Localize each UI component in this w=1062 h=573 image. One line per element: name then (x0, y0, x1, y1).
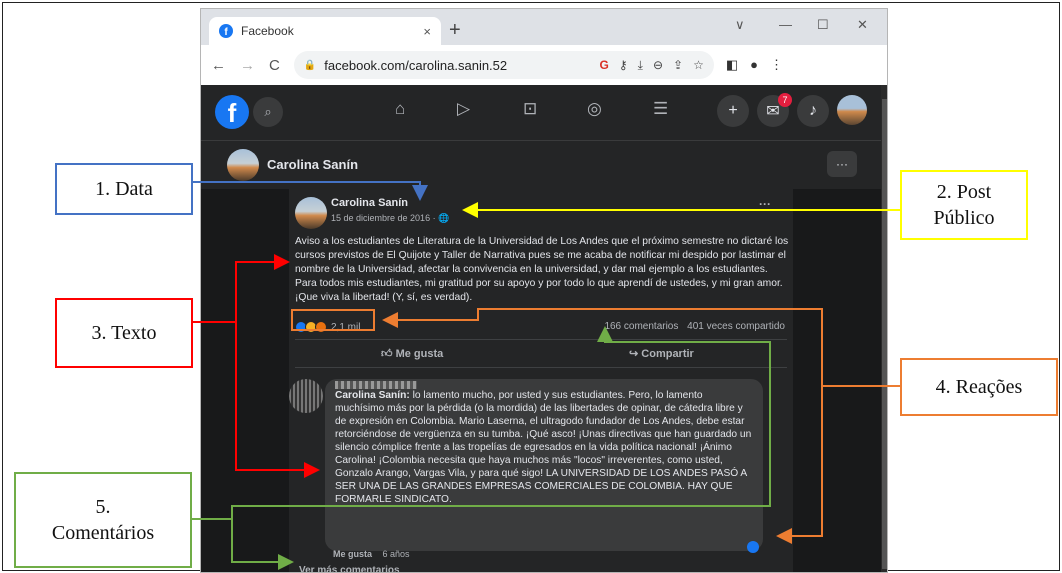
side-panel-icon[interactable]: ◧ (726, 57, 738, 73)
post-stats: 166 comentarios 401 veces compartido (598, 321, 785, 332)
annotation-reacoes: 4. Reações (900, 358, 1058, 416)
browser-window: f Facebook × + ∨ — ☐ ✕ ← → C 🔒 facebook.… (200, 8, 888, 573)
profile-icon[interactable]: ● (750, 57, 758, 73)
divider (295, 339, 787, 340)
comment-like-reaction-icon (747, 541, 759, 553)
forward-icon[interactable]: → (240, 57, 255, 74)
annotation-post-publico-text: 2. Post Público (933, 181, 995, 229)
tab-search-chevron-icon[interactable]: ∨ (735, 17, 745, 33)
browser-menu-icon[interactable]: ⋮ (770, 57, 783, 73)
share-label: Compartir (641, 348, 694, 360)
annotation-post-publico: 2. Post Público (900, 170, 1028, 240)
comment-like-button[interactable]: Me gusta (333, 549, 372, 559)
create-icon[interactable]: + (717, 95, 749, 127)
lock-icon: 🔒 (303, 59, 317, 71)
search-icon[interactable]: ⌕ (253, 97, 283, 127)
page-header-bar: Carolina Sanín ··· (201, 141, 881, 189)
commenter-avatar[interactable] (289, 379, 323, 413)
shares-count[interactable]: 401 veces compartido (687, 321, 785, 332)
reactions-count[interactable]: 2,1 mil (331, 322, 360, 333)
comment-age[interactable]: 6 años (383, 549, 410, 559)
post-card: Carolina Sanín 15 de diciembre de 2016 ·… (289, 189, 793, 572)
post-author[interactable]: Carolina Sanín (331, 197, 408, 209)
bookmark-star-icon[interactable]: ☆ (693, 58, 704, 73)
like-button[interactable]: 👍︎ Me gusta (381, 347, 443, 360)
maximize-icon[interactable]: ☐ (817, 17, 829, 33)
facebook-top-bar: f ⌕ ⌂ ▷ ⊡ ◎ ☰ + ✉ 7 ♪ (201, 85, 881, 141)
new-tab-button[interactable]: + (449, 19, 461, 42)
groups-icon[interactable]: ◎ (587, 99, 602, 119)
install-icon[interactable]: ⤓ (638, 58, 643, 73)
comment-meta: Me gusta 6 años (333, 549, 410, 559)
home-icon[interactable]: ⌂ (395, 99, 405, 119)
annotation-comentarios: 5. Comentários (14, 472, 192, 568)
tab-close-icon[interactable]: × (423, 24, 431, 39)
scrollbar-thumb[interactable] (882, 99, 887, 569)
facebook-logo-icon[interactable]: f (215, 95, 249, 129)
tab-bar: f Facebook × + ∨ — ☐ ✕ (201, 9, 887, 45)
comment-bubble: Carolina Sanín: lo lamento mucho, por us… (325, 379, 763, 551)
share-button[interactable]: ↪ Compartir (629, 347, 694, 360)
post-date[interactable]: 15 de diciembre de 2016 · 🌐 (331, 213, 449, 224)
google-icon[interactable]: G (600, 58, 609, 73)
comments-count[interactable]: 166 comentarios (604, 321, 678, 332)
page-avatar[interactable] (227, 149, 259, 181)
annotation-comentarios-text: 5. Comentários (51, 496, 155, 544)
tab-title: Facebook (241, 24, 294, 38)
divider (295, 367, 787, 368)
notification-badge: 7 (778, 93, 792, 107)
reactions-summary[interactable]: 2,1 mil (295, 321, 360, 333)
more-comments-link[interactable]: Ver más comentarios (299, 565, 400, 572)
comment-text: lo lamento mucho, por usted y sus estudi… (335, 390, 752, 505)
page-name[interactable]: Carolina Sanín (267, 157, 358, 172)
angry-reaction-icon (315, 321, 327, 333)
facebook-favicon-icon: f (219, 24, 233, 38)
post-text: Aviso a los estudiantes de Literatura de… (295, 236, 789, 303)
omnibox[interactable]: 🔒 facebook.com/carolina.sanin.52 G ⚷ ⤓ ⊖… (293, 51, 714, 79)
comment-mention[interactable]: Carolina Sanín: (335, 390, 410, 401)
page-more-button[interactable]: ··· (827, 151, 857, 177)
watch-icon[interactable]: ▷ (457, 99, 470, 119)
thumbs-up-icon: 👍︎ (381, 348, 393, 360)
commenter-name-blurred (335, 381, 417, 389)
globe-icon: 🌐 (438, 213, 450, 223)
window-close-icon[interactable]: ✕ (857, 17, 868, 33)
address-bar-row: ← → C 🔒 facebook.com/carolina.sanin.52 G… (201, 45, 887, 85)
post-menu-button[interactable]: ··· (759, 197, 771, 211)
tab-facebook[interactable]: f Facebook × (209, 17, 441, 45)
share-arrow-icon: ↪ (629, 348, 639, 360)
account-avatar[interactable] (837, 95, 867, 125)
menu-icon[interactable]: ☰ (653, 99, 668, 119)
back-icon[interactable]: ← (211, 57, 226, 74)
post-author-avatar[interactable] (295, 197, 327, 229)
url-text[interactable]: facebook.com/carolina.sanin.52 (324, 58, 507, 73)
marketplace-icon[interactable]: ⊡ (523, 99, 537, 119)
zoom-icon[interactable]: ⊖ (653, 58, 663, 73)
like-label: Me gusta (395, 348, 444, 360)
key-icon[interactable]: ⚷ (619, 58, 628, 73)
bell-icon[interactable]: ♪ (797, 95, 829, 127)
reload-icon[interactable]: C (269, 57, 280, 74)
annotation-texto: 3. Texto (55, 298, 193, 368)
post-date-text[interactable]: 15 de diciembre de 2016 · (331, 213, 436, 223)
annotation-data: 1. Data (55, 163, 193, 215)
minimize-icon[interactable]: — (779, 17, 792, 32)
share-icon[interactable]: ⇪ (673, 58, 683, 73)
